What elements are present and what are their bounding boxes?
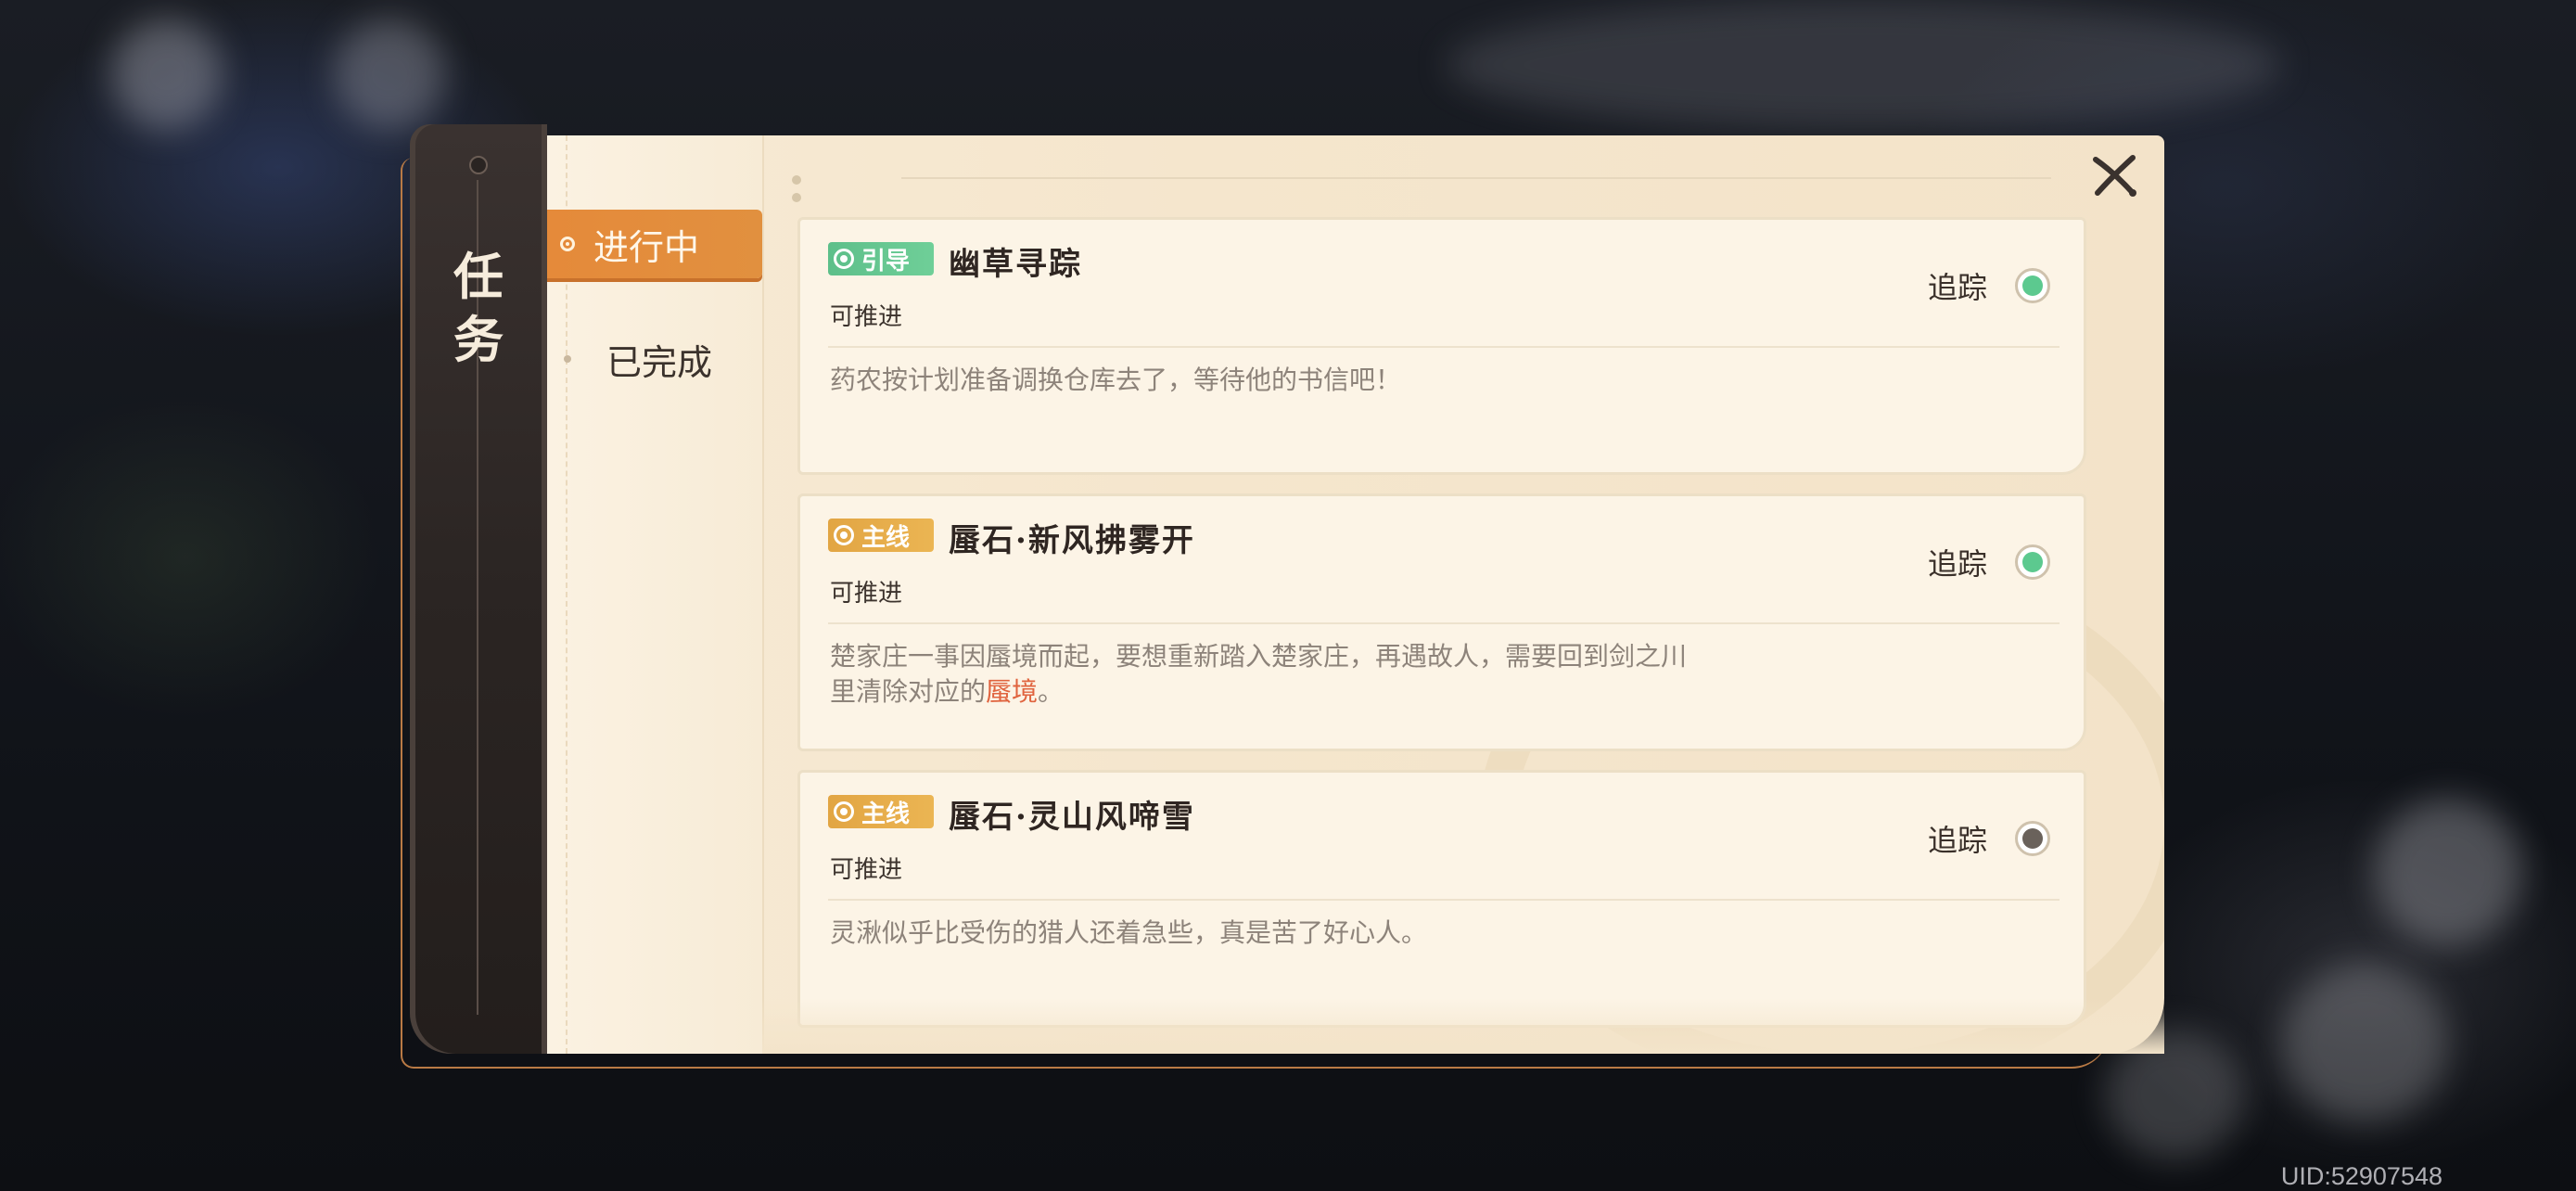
sidebar-spine: 任 务 xyxy=(410,124,547,1054)
track-label: 追踪 xyxy=(1927,546,1987,582)
ring-dot-icon xyxy=(834,249,854,269)
ring-dot-icon xyxy=(834,801,854,822)
description-tail: 。 xyxy=(1038,676,1065,707)
description-highlight-link[interactable]: 蜃境 xyxy=(986,676,1038,707)
quest-description: 药农按计划准备调换仓库去了，等待他的书信吧！ xyxy=(830,363,1702,398)
panel-title: 任 务 xyxy=(410,245,547,371)
quest-badge: 引导 xyxy=(828,242,934,275)
quest-card[interactable]: 引导 幽草寻踪 可推进 追踪 药农按计划准备调换仓库去了，等待他的书信吧！ xyxy=(797,217,2086,475)
card-divider xyxy=(828,622,2060,624)
close-icon xyxy=(2093,155,2136,197)
background-blur xyxy=(334,19,445,130)
tab-completed[interactable]: 已完成 xyxy=(547,325,762,393)
ring-dot-icon xyxy=(834,525,854,545)
background-blur xyxy=(2281,965,2448,1122)
background-blur xyxy=(111,19,223,130)
track-indicator-icon xyxy=(2015,544,2050,580)
background-blur xyxy=(1447,0,2281,130)
description-text: 楚家庄一事因蜃境而起，要想重新踏入楚家庄，再遇故人，需要回到剑之川里清除对应的 xyxy=(830,641,1688,707)
bullet-icon xyxy=(564,355,571,363)
panel-title-char: 任 xyxy=(453,247,504,306)
track-toggle[interactable]: 追踪 xyxy=(1928,817,2050,860)
spine-knob xyxy=(469,156,488,174)
tab-label: 已完成 xyxy=(606,341,713,383)
quest-description: 灵湫似乎比受伤的猎人还着急些，真是苦了好心人。 xyxy=(830,916,1702,951)
quest-status: 可推进 xyxy=(830,580,903,608)
quest-card[interactable]: 主线 蜃石·新风拂雾开 可推进 追踪 楚家庄一事因蜃境而起，要想重新踏入楚家庄，… xyxy=(797,493,2086,751)
track-label: 追踪 xyxy=(1927,270,1987,305)
panel-title-char: 务 xyxy=(453,310,504,369)
tab-in-progress[interactable]: 进行中 xyxy=(547,210,762,278)
quest-description: 楚家庄一事因蜃境而起，要想重新踏入楚家庄，再遇故人，需要回到剑之川里清除对应的蜃… xyxy=(830,639,1702,710)
quest-card[interactable]: 主线 蜃石·灵山风啼雪 可推进 追踪 灵湫似乎比受伤的猎人还着急些，真是苦了好心… xyxy=(797,770,2086,1028)
quest-badge: 主线 xyxy=(828,795,934,828)
description-text: 灵湫似乎比受伤的猎人还着急些，真是苦了好心人。 xyxy=(830,917,1428,948)
quest-title: 蜃石·灵山风啼雪 xyxy=(949,799,1195,836)
card-divider xyxy=(828,899,2060,901)
badge-label: 主线 xyxy=(861,523,911,552)
list-fade xyxy=(762,998,2164,1054)
quest-badge: 主线 xyxy=(828,519,934,552)
quest-title: 幽草寻踪 xyxy=(949,246,1082,283)
tab-label: 进行中 xyxy=(593,226,700,268)
uid-label: UID:52907548 xyxy=(2280,1162,2442,1190)
description-text: 药农按计划准备调换仓库去了，等待他的书信吧！ xyxy=(830,365,1402,395)
close-button[interactable] xyxy=(2083,145,2146,208)
badge-label: 引导 xyxy=(861,247,911,275)
card-divider xyxy=(828,346,2060,348)
quest-list-area: 引导 幽草寻踪 可推进 追踪 药农按计划准备调换仓库去了，等待他的书信吧！ 主线… xyxy=(762,135,2164,1054)
tab-column: 进行中 已完成 xyxy=(547,135,764,1054)
header-dots-icon xyxy=(792,171,812,202)
header-divider xyxy=(901,177,2051,179)
track-indicator-icon xyxy=(2015,268,2050,303)
track-indicator-icon xyxy=(2015,821,2050,856)
track-toggle[interactable]: 追踪 xyxy=(1928,541,2050,583)
track-label: 追踪 xyxy=(1927,823,1987,858)
track-toggle[interactable]: 追踪 xyxy=(1928,264,2050,307)
background-blur xyxy=(2374,798,2522,946)
quest-status: 可推进 xyxy=(830,303,903,331)
quest-status: 可推进 xyxy=(830,856,903,884)
radio-dot-icon xyxy=(560,237,575,251)
quest-title: 蜃石·新风拂雾开 xyxy=(949,522,1195,559)
badge-label: 主线 xyxy=(861,800,911,828)
